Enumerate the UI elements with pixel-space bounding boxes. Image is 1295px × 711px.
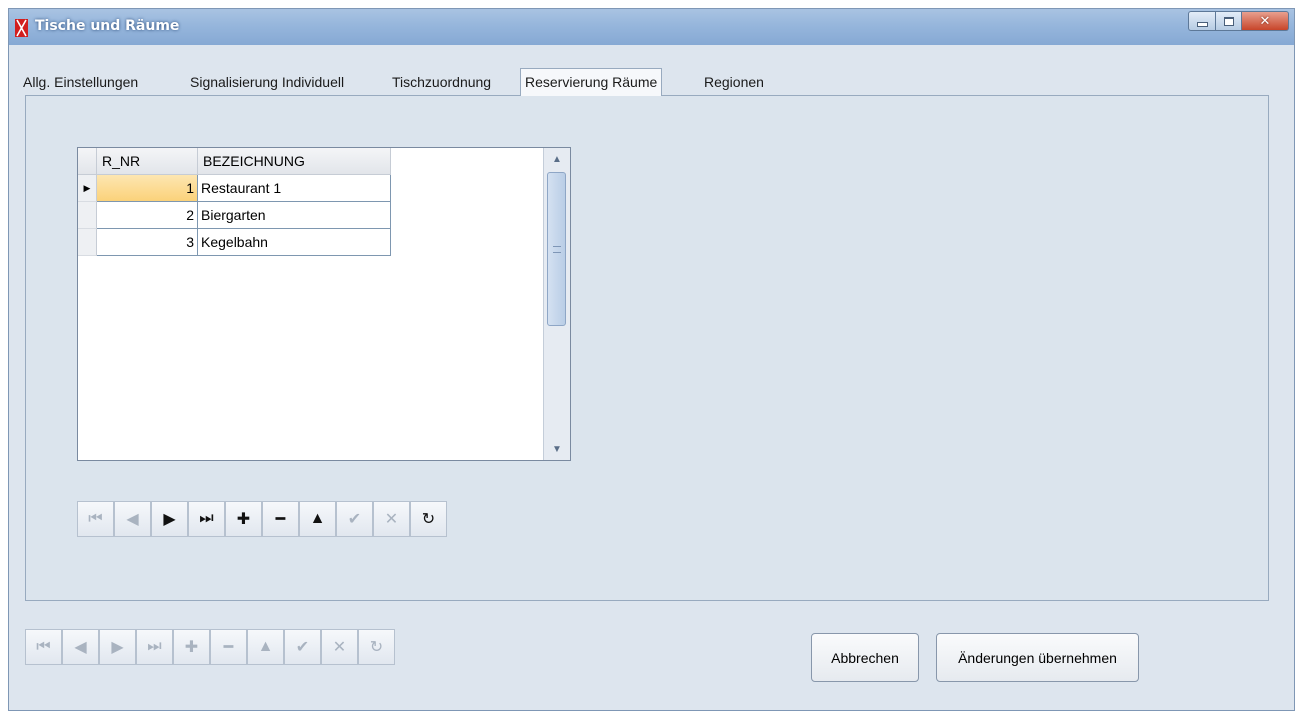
rooms-grid[interactable]: R_NR BEZEICHNUNG ▶ 1 Restaurant 1 2 Bier… — [77, 147, 571, 461]
edit-icon: ▲ — [309, 510, 326, 527]
delete-icon: ━ — [275, 511, 286, 528]
title-bar[interactable]: Tische und Räume ✕ — [9, 9, 1294, 45]
insert-icon: ✚ — [184, 639, 199, 656]
vertical-scrollbar[interactable]: ▲ ▼ — [543, 148, 570, 460]
first-record-button[interactable]: ⏮ — [25, 629, 62, 665]
row-indicator[interactable]: ▶ — [78, 175, 97, 202]
first-record-icon: ⏮ — [88, 510, 103, 527]
cancel-icon: ✕ — [332, 639, 347, 656]
tab-regionen[interactable]: Regionen — [704, 71, 764, 95]
apply-changes-button[interactable]: Änderungen übernehmen — [936, 633, 1139, 682]
header-indicator-cell — [78, 148, 97, 175]
row-indicator[interactable] — [78, 229, 97, 256]
scroll-down-arrow-icon: ▼ — [552, 443, 562, 455]
current-row-arrow-icon: ▶ — [83, 182, 91, 193]
minimize-button[interactable] — [1188, 11, 1215, 31]
maximize-button[interactable] — [1215, 11, 1242, 31]
maximize-icon — [1223, 16, 1234, 26]
cancel-button[interactable]: Abbrechen — [811, 633, 919, 682]
prior-record-button[interactable]: ◀ — [62, 629, 99, 665]
scroll-up-button[interactable]: ▲ — [544, 148, 570, 170]
edit-button[interactable]: ▲ — [247, 629, 284, 665]
insert-button[interactable]: ✚ — [173, 629, 210, 665]
tab-tischzuordnung[interactable]: Tischzuordnung — [392, 71, 491, 95]
row-indicator[interactable] — [78, 202, 97, 229]
cancel-button[interactable]: ✕ — [321, 629, 358, 665]
scroll-thumb[interactable] — [547, 172, 566, 326]
app-logo-icon — [15, 19, 28, 37]
first-record-button[interactable]: ⏮ — [77, 501, 114, 537]
grip-icon — [552, 245, 561, 253]
cell-r-nr[interactable]: 1 — [97, 175, 198, 202]
column-header-bezeichnung[interactable]: BEZEICHNUNG — [198, 148, 391, 175]
close-icon: ✕ — [1259, 13, 1271, 29]
cell-bezeichnung[interactable]: Biergarten — [198, 202, 391, 229]
delete-button[interactable]: ━ — [262, 501, 299, 537]
delete-button[interactable]: ━ — [210, 629, 247, 665]
window-title: Tische und Räume — [35, 18, 180, 34]
prior-record-button[interactable]: ◀ — [114, 501, 151, 537]
edit-icon: ▲ — [257, 638, 274, 655]
refresh-icon: ↻ — [421, 511, 436, 528]
last-record-icon: ⏭ — [199, 510, 214, 527]
cancel-icon: ✕ — [384, 511, 399, 528]
refresh-button[interactable]: ↻ — [410, 501, 447, 537]
cell-bezeichnung[interactable]: Kegelbahn — [198, 229, 391, 256]
last-record-button[interactable]: ⏭ — [188, 501, 225, 537]
dialog-window: Tische und Räume ✕ Allg. Einstellungen S… — [8, 8, 1295, 711]
scroll-up-arrow-icon: ▲ — [552, 153, 562, 165]
prior-record-icon: ◀ — [74, 639, 87, 656]
last-record-button[interactable]: ⏭ — [136, 629, 173, 665]
next-record-icon: ▶ — [111, 639, 124, 656]
prior-record-icon: ◀ — [126, 511, 139, 528]
next-record-icon: ▶ — [163, 511, 176, 528]
edit-button[interactable]: ▲ — [299, 501, 336, 537]
insert-button[interactable]: ✚ — [225, 501, 262, 537]
first-record-icon: ⏮ — [36, 638, 51, 655]
post-icon: ✔ — [347, 511, 362, 528]
tab-allg-einstellungen[interactable]: Allg. Einstellungen — [23, 71, 138, 95]
post-button[interactable]: ✔ — [284, 629, 321, 665]
scroll-down-button[interactable]: ▼ — [544, 438, 570, 460]
post-icon: ✔ — [295, 639, 310, 656]
main-navigator: ⏮ ◀ ▶ ⏭ ✚ ━ ▲ ✔ ✕ ↻ — [25, 629, 395, 665]
cell-r-nr[interactable]: 3 — [97, 229, 198, 256]
cell-r-nr[interactable]: 2 — [97, 202, 198, 229]
refresh-icon: ↻ — [369, 639, 384, 656]
next-record-button[interactable]: ▶ — [99, 629, 136, 665]
minimize-icon — [1196, 21, 1208, 27]
next-record-button[interactable]: ▶ — [151, 501, 188, 537]
post-button[interactable]: ✔ — [336, 501, 373, 537]
delete-icon: ━ — [223, 639, 234, 656]
column-header-r-nr[interactable]: R_NR — [97, 148, 198, 175]
close-button[interactable]: ✕ — [1242, 11, 1289, 31]
cancel-button[interactable]: ✕ — [373, 501, 410, 537]
insert-icon: ✚ — [236, 511, 251, 528]
refresh-button[interactable]: ↻ — [358, 629, 395, 665]
tab-reservierung-raeume[interactable]: Reservierung Räume — [520, 68, 663, 96]
last-record-icon: ⏭ — [147, 638, 162, 655]
grid-navigator: ⏮ ◀ ▶ ⏭ ✚ ━ ▲ ✔ ✕ ↻ — [77, 501, 447, 537]
cell-bezeichnung[interactable]: Restaurant 1 — [198, 175, 391, 202]
tab-signalisierung-individuell[interactable]: Signalisierung Individuell — [190, 71, 344, 95]
